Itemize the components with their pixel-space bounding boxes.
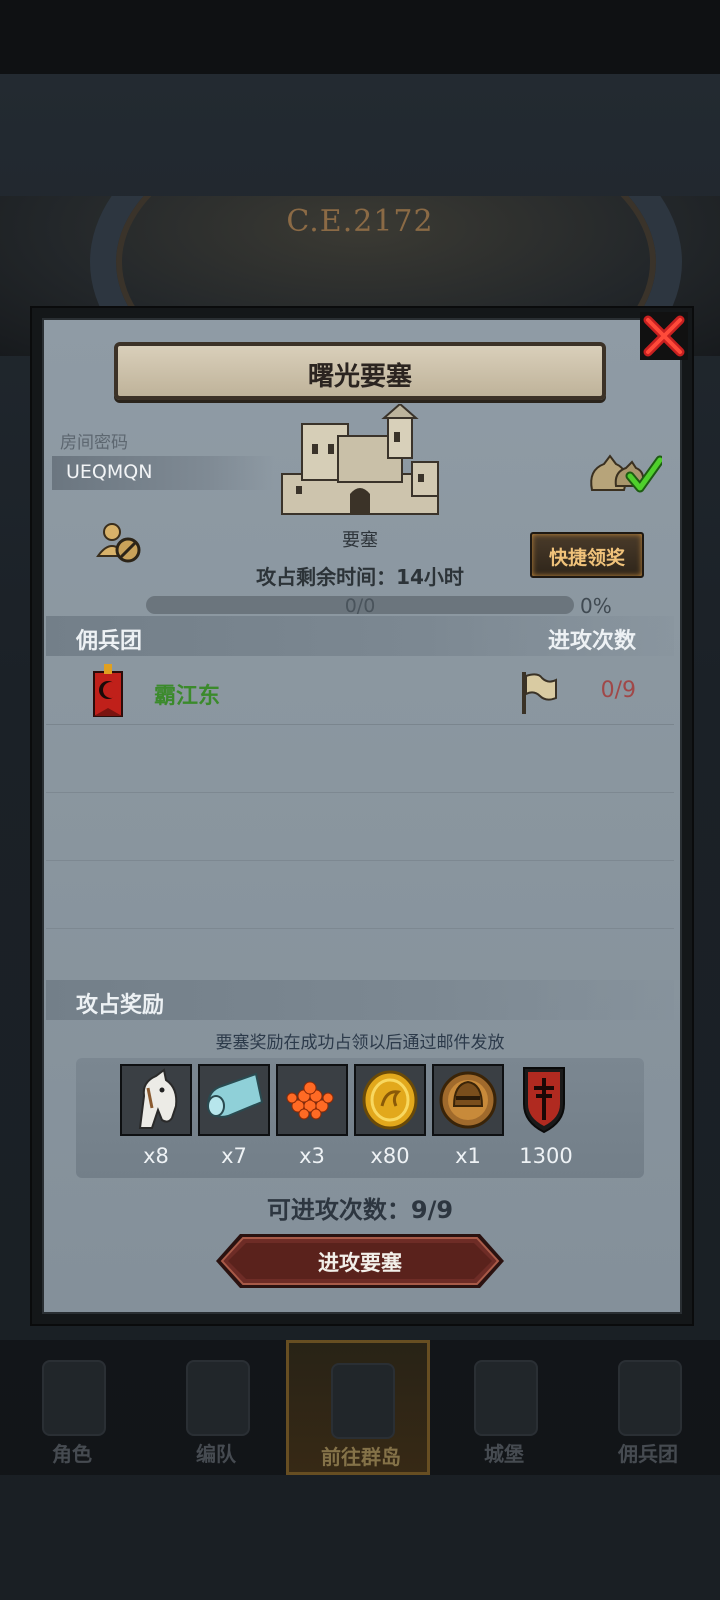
nav-mercenary[interactable]: 佣兵团 xyxy=(576,1340,720,1475)
reward-guild-points[interactable] xyxy=(510,1064,582,1136)
helmet-icon xyxy=(186,1360,250,1436)
bottom-navigation: 角色 编队 前往群岛 城堡 佣兵团 xyxy=(0,1340,720,1475)
close-icon xyxy=(640,312,688,360)
no-user-icon[interactable] xyxy=(96,522,144,566)
era-text: C.E.2172 xyxy=(286,204,434,239)
close-button[interactable] xyxy=(640,312,688,360)
attack-times-header: 进攻次数 xyxy=(547,629,636,654)
mercenary-attack-count: 0/9 xyxy=(600,678,636,703)
ship-icon xyxy=(618,1360,682,1436)
reward-horse[interactable] xyxy=(120,1064,192,1136)
fortress-icon xyxy=(281,404,439,515)
attack-button-label: 进攻要塞 xyxy=(318,1251,402,1275)
list-divider xyxy=(46,928,674,929)
progress-percent: 0% xyxy=(580,594,612,618)
flag-icon xyxy=(522,672,557,714)
reward-gold-coin[interactable] xyxy=(354,1064,426,1136)
progress-text: 0/0 xyxy=(344,595,376,617)
nav-label: 城堡 xyxy=(484,1442,524,1466)
room-password-label: 房间密码 xyxy=(60,433,128,453)
mercenary-section-header: 佣兵团 进攻次数 xyxy=(46,616,674,656)
page-title: 曙光要塞 xyxy=(307,362,412,392)
nav-formation[interactable]: 编队 xyxy=(144,1340,288,1475)
nav-label: 角色 xyxy=(52,1442,92,1466)
mercenary-header: 佣兵团 xyxy=(76,629,143,654)
cloth-icon xyxy=(200,1066,268,1134)
available-attacks: 可进攻次数：9/9 xyxy=(266,1196,454,1224)
guild-shield-icon xyxy=(523,1067,565,1134)
guild-banner-icon xyxy=(93,664,123,717)
time-remaining: 攻占剩余时间：14小时 xyxy=(256,565,464,589)
bag-claimed-icon[interactable] xyxy=(586,450,662,498)
reward-helmet-medal[interactable] xyxy=(432,1064,504,1136)
reward-count: x3 xyxy=(299,1144,325,1168)
reward-count: x1 xyxy=(455,1144,481,1168)
nav-go-islands[interactable]: 前往群岛 xyxy=(286,1340,430,1475)
rewards-section-header: 攻占奖励 xyxy=(46,980,674,1020)
nav-castle[interactable]: 城堡 xyxy=(432,1340,576,1475)
helmet-medal-icon xyxy=(434,1066,502,1134)
mercenary-name: 霸江东 xyxy=(154,684,221,709)
list-divider xyxy=(46,792,674,793)
knight-icon xyxy=(42,1360,106,1436)
rewards-note: 要塞奖励在成功占领以后通过邮件发放 xyxy=(215,1033,505,1053)
horse-icon xyxy=(122,1066,190,1134)
status-bar xyxy=(0,0,720,74)
list-divider xyxy=(46,860,674,861)
nav-character[interactable]: 角色 xyxy=(0,1340,144,1475)
rewards-list: x8 x7 x3 x80 x1 1300 xyxy=(76,1058,644,1178)
reward-count: x80 xyxy=(370,1144,410,1168)
reward-count: 1300 xyxy=(519,1144,573,1168)
nav-label: 前往群岛 xyxy=(321,1445,401,1469)
nav-label: 编队 xyxy=(196,1442,236,1466)
castle-icon xyxy=(474,1360,538,1436)
compass-icon xyxy=(331,1363,395,1439)
roe-icon xyxy=(278,1066,346,1134)
nav-label: 佣兵团 xyxy=(618,1442,678,1466)
attack-fortress-button[interactable]: 进攻要塞 xyxy=(216,1234,504,1288)
room-password-value: UEQMQN xyxy=(66,461,153,483)
reward-cloth[interactable] xyxy=(198,1064,270,1136)
rewards-header: 攻占奖励 xyxy=(76,993,165,1018)
reward-count: x7 xyxy=(221,1144,247,1168)
list-item[interactable]: 霸江东 0/9 xyxy=(46,664,674,725)
gold-coin-icon xyxy=(356,1066,424,1134)
title-plate: 曙光要塞 xyxy=(114,342,606,400)
room-password-box[interactable]: UEQMQN xyxy=(52,456,274,490)
reward-roe[interactable] xyxy=(276,1064,348,1136)
reward-count: x8 xyxy=(143,1144,169,1168)
